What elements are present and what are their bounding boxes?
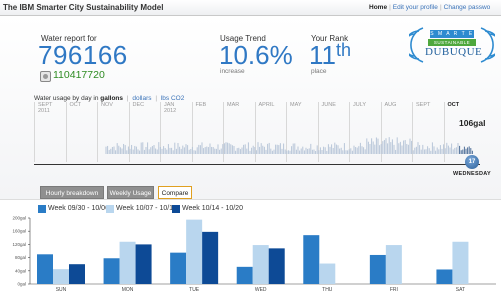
daily-usage-sparkline	[105, 137, 473, 154]
y-tick-label: 160gal	[12, 229, 26, 234]
unit-lbs-co2-link[interactable]: lbs CO2	[161, 95, 184, 102]
nav-change-password-link[interactable]: Change passwo	[444, 4, 491, 11]
x-tick-label: WED	[255, 287, 267, 293]
account-icon[interactable]	[40, 71, 51, 82]
legend-swatch-week1	[38, 205, 46, 213]
bar-mon-series-2[interactable]	[119, 241, 136, 284]
usage-timeline[interactable]: SEPT 2011 OCT NOV DEC JAN 2012 FEB MAR APRIL MAY JU…	[34, 102, 494, 168]
bar-sun-series-1[interactable]	[37, 254, 53, 284]
weekly-compare-bar-chart: 0gal 40gal 80gal 120gal 160gal 200gal SUN MON TU…	[12, 216, 496, 293]
bar-fri-series-2[interactable]	[385, 245, 402, 284]
bar-mon-series-3[interactable]	[135, 244, 152, 284]
x-tick-label: MON	[122, 287, 134, 293]
legend-label-week1: Week 09/30 - 10/06	[48, 204, 109, 212]
y-tick-label: 200gal	[12, 216, 26, 221]
current-day-name: WEDNESDAY	[453, 171, 491, 177]
bar-sat-series-1[interactable]	[436, 269, 453, 284]
tab-weekly-usage[interactable]: Weekly Usage	[107, 186, 154, 199]
y-tick-label: 80gal	[15, 255, 26, 260]
unit-dollars-link[interactable]: dollars	[132, 95, 151, 102]
tab-hourly-breakdown[interactable]: Hourly breakdown	[40, 186, 104, 199]
x-tick-label: FRI	[390, 287, 398, 293]
rank-sub: place	[311, 68, 327, 75]
bar-fri-series-1[interactable]	[369, 254, 386, 284]
tab-compare[interactable]: Compare	[158, 186, 192, 199]
legend-label-week3: Week 10/14 - 10/20	[182, 204, 243, 212]
bar-thu-series-1[interactable]	[303, 235, 320, 284]
top-nav: Home | Edit your profile | Change passwo	[369, 4, 490, 11]
rank-suffix: th	[336, 40, 352, 60]
report-number: 796166	[38, 40, 128, 70]
nav-edit-profile-link[interactable]: Edit your profile	[393, 4, 438, 11]
current-usage-value: 106gal	[459, 118, 486, 128]
unit-gallons-link[interactable]: gallons	[100, 95, 123, 102]
bar-sun-series-3[interactable]	[69, 264, 85, 284]
x-tick-label: TUE	[189, 287, 200, 293]
current-day-marker[interactable]: 17	[465, 155, 479, 169]
unit-separator: |	[155, 95, 158, 102]
rank-number: 11	[309, 40, 336, 70]
bar-mon-series-1[interactable]	[103, 258, 120, 284]
bar-sun-series-2[interactable]	[53, 269, 69, 284]
y-tick-label: 40gal	[15, 268, 26, 273]
bar-wed-series-2[interactable]	[252, 245, 269, 284]
y-tick-label: 0gal	[17, 282, 26, 287]
x-tick-label: THU	[322, 287, 333, 293]
bar-wed-series-3[interactable]	[268, 248, 285, 284]
timeline-axis	[34, 164, 480, 165]
usage-unit-selector: Water usage by day in gallons | dollars …	[34, 95, 184, 102]
smarter-sustainable-dubuque-logo: S M A R T E R SUSTAINABLE DUBUQUE	[409, 24, 495, 66]
unit-separator: |	[126, 95, 129, 102]
y-tick-label: 120gal	[12, 242, 26, 247]
logo-sustainable-text: SUSTAINABLE	[428, 39, 476, 46]
usage-trend-sub: increase	[220, 68, 245, 75]
legend-swatch-week3	[172, 205, 180, 213]
top-bar: The IBM Smarter City Sustainability Mode…	[0, 0, 501, 16]
bar-sat-series-2[interactable]	[452, 241, 469, 284]
x-tick-label: SUN	[56, 287, 67, 293]
legend-swatch-week2	[106, 205, 114, 213]
bar-wed-series-1[interactable]	[236, 266, 253, 284]
account-number: 110417720	[53, 69, 105, 81]
x-tick-label: SAT	[456, 287, 465, 293]
app-title: The IBM Smarter City Sustainability Mode…	[3, 3, 164, 12]
nav-home-link[interactable]: Home	[369, 4, 387, 11]
bar-tue-series-2[interactable]	[186, 219, 203, 284]
rank-value: 11th	[309, 40, 351, 71]
usage-prefix: Water usage by day in	[34, 95, 99, 102]
legend-label-week2: Week 10/07 - 10/13	[116, 204, 177, 212]
bar-thu-series-2[interactable]	[319, 263, 336, 284]
bar-tue-series-3[interactable]	[202, 231, 219, 284]
logo-smarter-text: S M A R T E R	[430, 30, 474, 45]
usage-trend-value: 10.6%	[219, 40, 293, 70]
logo-dubuque-text: DUBUQUE	[425, 46, 483, 58]
bar-tue-series-1[interactable]	[170, 252, 187, 284]
